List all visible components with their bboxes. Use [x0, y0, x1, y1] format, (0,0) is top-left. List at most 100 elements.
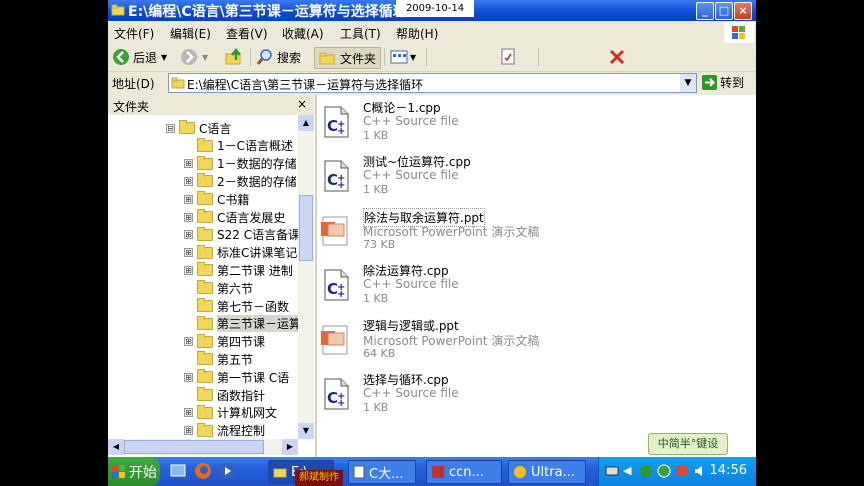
- tree-item[interactable]: ⊞ 第二节课 进制: [184, 261, 293, 279]
- folders-pane-close-icon[interactable]: ×: [297, 97, 307, 111]
- file-item[interactable]: C + + 除法运算符.cpp C++ Source file 1 KB: [317, 262, 557, 316]
- tree-item[interactable]: ⊞ 计算机网文: [184, 404, 277, 422]
- tree-expander-icon[interactable]: ⊟: [166, 123, 175, 133]
- file-item[interactable]: C + + 选择与循环.cpp C++ Source file 1 KB: [317, 371, 557, 425]
- tree-expander-icon[interactable]: ⊞: [184, 230, 193, 240]
- address-dropdown-icon[interactable]: ▼: [680, 74, 696, 92]
- ime-status-bar[interactable]: 中简半°键设: [648, 433, 728, 455]
- menu-tools[interactable]: 工具(T): [340, 25, 381, 42]
- scroll-left-icon[interactable]: ◀: [108, 439, 124, 455]
- windows-logo-icon: [724, 22, 754, 43]
- scroll-right-icon[interactable]: ▶: [282, 439, 298, 455]
- menu-help[interactable]: 帮助(H): [396, 25, 438, 42]
- tree-expander-icon[interactable]: ⊞: [184, 159, 193, 169]
- task-ultraedit[interactable]: Ultra...: [508, 460, 586, 484]
- up-folder-icon: [225, 48, 241, 65]
- tree-item[interactable]: ⊟ C语言: [166, 119, 231, 137]
- tree-item[interactable]: 第三节课－运算: [184, 315, 302, 333]
- back-dropdown-icon[interactable]: ▼: [161, 53, 167, 62]
- scroll-thumb[interactable]: [299, 195, 313, 261]
- go-button[interactable]: 转到: [702, 74, 744, 91]
- tree-item-label: 标准C讲课笔记: [217, 246, 298, 261]
- antivirus-icon[interactable]: [675, 464, 689, 478]
- forward-button[interactable]: ▼: [180, 47, 208, 67]
- tree-item[interactable]: 1－C语言概述: [184, 137, 293, 155]
- tree-item[interactable]: 第五节: [184, 350, 253, 368]
- views-dropdown-icon[interactable]: ▼: [410, 53, 416, 62]
- minimize-button[interactable]: _: [696, 2, 714, 20]
- file-item[interactable]: C + + 测试~位运算符.cpp C++ Source file 1 KB: [317, 153, 557, 207]
- tree-expander-icon[interactable]: ⊞: [184, 176, 193, 186]
- delete-button[interactable]: [608, 47, 626, 67]
- tree-item[interactable]: ⊞ 1－数据的存储: [184, 155, 297, 173]
- tree-expander-icon[interactable]: ⊞: [184, 248, 193, 258]
- task-app[interactable]: ccn...: [426, 460, 502, 484]
- folders-vertical-scrollbar[interactable]: ▲ ▼: [298, 115, 314, 439]
- file-item[interactable]: 逻辑与逻辑或.ppt Microsoft PowerPoint 演示文稿 64 KB: [317, 317, 557, 371]
- network-icon[interactable]: [639, 464, 653, 478]
- folder-icon: [197, 280, 213, 295]
- tree-expander-icon[interactable]: ⊞: [184, 426, 193, 436]
- tray-arrow-icon[interactable]: ◀: [623, 464, 631, 477]
- folder-icon: [197, 262, 213, 277]
- search-button[interactable]: 搜索: [256, 47, 301, 67]
- show-desktop-icon[interactable]: [170, 463, 186, 479]
- folders-horizontal-scrollbar[interactable]: ◀ ▶: [108, 439, 298, 455]
- tree-item[interactable]: ⊞ 第四节课: [184, 333, 265, 351]
- folder-icon: [197, 369, 213, 384]
- up-folder-button[interactable]: [224, 47, 244, 67]
- menu-file[interactable]: 文件(F): [114, 25, 154, 42]
- title-bar[interactable]: E:\编程\C语言\第三节课－运算符与选择循环 2009-10-14 _ □ ×: [108, 0, 756, 21]
- keyboard-icon[interactable]: [605, 464, 619, 478]
- address-input[interactable]: E:\编程\C语言\第三节课－运算符与选择循环 ▼: [168, 73, 697, 93]
- task-label: Ultra...: [531, 464, 575, 480]
- tree-item[interactable]: ⊞ S22 C语言备课: [184, 226, 300, 244]
- tree-expander-icon[interactable]: ⊞: [184, 265, 193, 275]
- folders-button[interactable]: 文件夹: [314, 47, 382, 69]
- folders-icon: [319, 52, 335, 65]
- forward-dropdown-icon[interactable]: ▼: [202, 53, 208, 62]
- tree-expander-icon[interactable]: ⊞: [184, 194, 193, 204]
- start-button[interactable]: 开始: [108, 457, 160, 486]
- file-type: C++ Source file: [363, 386, 459, 400]
- back-button[interactable]: 后退 ▼: [112, 47, 167, 67]
- menu-view[interactable]: 查看(V): [226, 25, 268, 42]
- tree-item[interactable]: 第七节－函数: [184, 297, 289, 315]
- tree-item-label: 第五节: [217, 352, 254, 367]
- maximize-button[interactable]: □: [715, 2, 733, 20]
- tree-expander-icon[interactable]: ⊞: [184, 372, 193, 382]
- menu-edit[interactable]: 编辑(E): [170, 25, 211, 42]
- tree-item[interactable]: ⊞ 2－数据的存储: [184, 172, 297, 190]
- tree-item[interactable]: 函数指针: [184, 386, 265, 404]
- file-item[interactable]: C + + C概论－1.cpp C++ Source file 1 KB: [317, 99, 557, 153]
- file-size: 64 KB: [363, 347, 396, 360]
- firefox-icon[interactable]: [194, 462, 212, 480]
- views-button[interactable]: ▼: [390, 47, 416, 67]
- menu-favorites[interactable]: 收藏(A): [282, 25, 324, 42]
- media-player-icon[interactable]: [218, 462, 236, 480]
- tree-item[interactable]: ⊞ 流程控制: [184, 422, 265, 440]
- volume-icon[interactable]: [693, 464, 707, 478]
- properties-button[interactable]: [500, 47, 516, 67]
- tree-item[interactable]: ⊞ 标准C讲课笔记: [184, 244, 297, 262]
- file-item[interactable]: 除法与取余运算符.ppt Microsoft PowerPoint 演示文稿 73 …: [317, 208, 557, 262]
- menu-bar: 文件(F) 编辑(E) 查看(V) 收藏(A) 工具(T) 帮助(H): [108, 22, 756, 44]
- file-size: 1 KB: [363, 183, 389, 196]
- hscroll-thumb[interactable]: [124, 440, 264, 454]
- security-icon[interactable]: [657, 464, 671, 478]
- tree-expander-icon[interactable]: ⊞: [184, 337, 193, 347]
- tree-item[interactable]: ⊞ C语言发展史: [184, 208, 285, 226]
- tree-expander-icon[interactable]: ⊞: [184, 212, 193, 222]
- tree-item[interactable]: 第六节: [184, 279, 253, 297]
- folder-icon: [197, 244, 213, 259]
- tree-item[interactable]: ⊞ 第一节课 C语: [184, 368, 289, 386]
- tree-item[interactable]: ⊞ C书籍: [184, 190, 249, 208]
- task-document[interactable]: C大...: [348, 460, 416, 484]
- scroll-up-icon[interactable]: ▲: [298, 115, 314, 131]
- cpp-file-icon: C++: [324, 160, 349, 192]
- tree-expander-icon[interactable]: ⊞: [184, 408, 193, 418]
- tree-item-label: 第七节－函数: [217, 299, 290, 314]
- scroll-down-icon[interactable]: ▼: [298, 423, 314, 439]
- close-button[interactable]: ×: [734, 2, 752, 20]
- app-icon: [432, 466, 444, 478]
